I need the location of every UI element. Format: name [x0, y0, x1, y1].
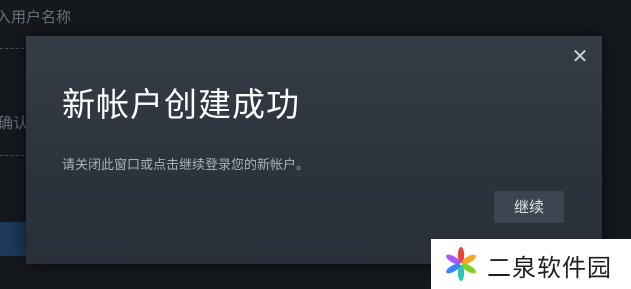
watermark: 二泉软件园: [431, 239, 631, 289]
background-submit-button: [0, 222, 26, 256]
screen: 入用户名称 确认 ✕ 新帐户创建成功 请关闭此窗口或点击继续登录您的新帐户。 继…: [0, 0, 631, 289]
close-icon[interactable]: ✕: [570, 46, 590, 66]
continue-button[interactable]: 继续: [494, 191, 564, 223]
background-field-label: 入用户名称: [0, 8, 72, 26]
background-field-label-confirm: 确认: [0, 114, 29, 132]
account-created-dialog: ✕ 新帐户创建成功 请关闭此窗口或点击继续登录您的新帐户。 继续: [26, 36, 602, 264]
pinwheel-logo-icon: [446, 247, 476, 281]
background-field-underline: [0, 48, 24, 49]
dialog-message: 请关闭此窗口或点击继续登录您的新帐户。: [62, 158, 310, 173]
watermark-text: 二泉软件园: [487, 254, 612, 282]
background-field-underline-confirm: [0, 155, 24, 156]
dialog-title: 新帐户创建成功: [62, 85, 300, 124]
